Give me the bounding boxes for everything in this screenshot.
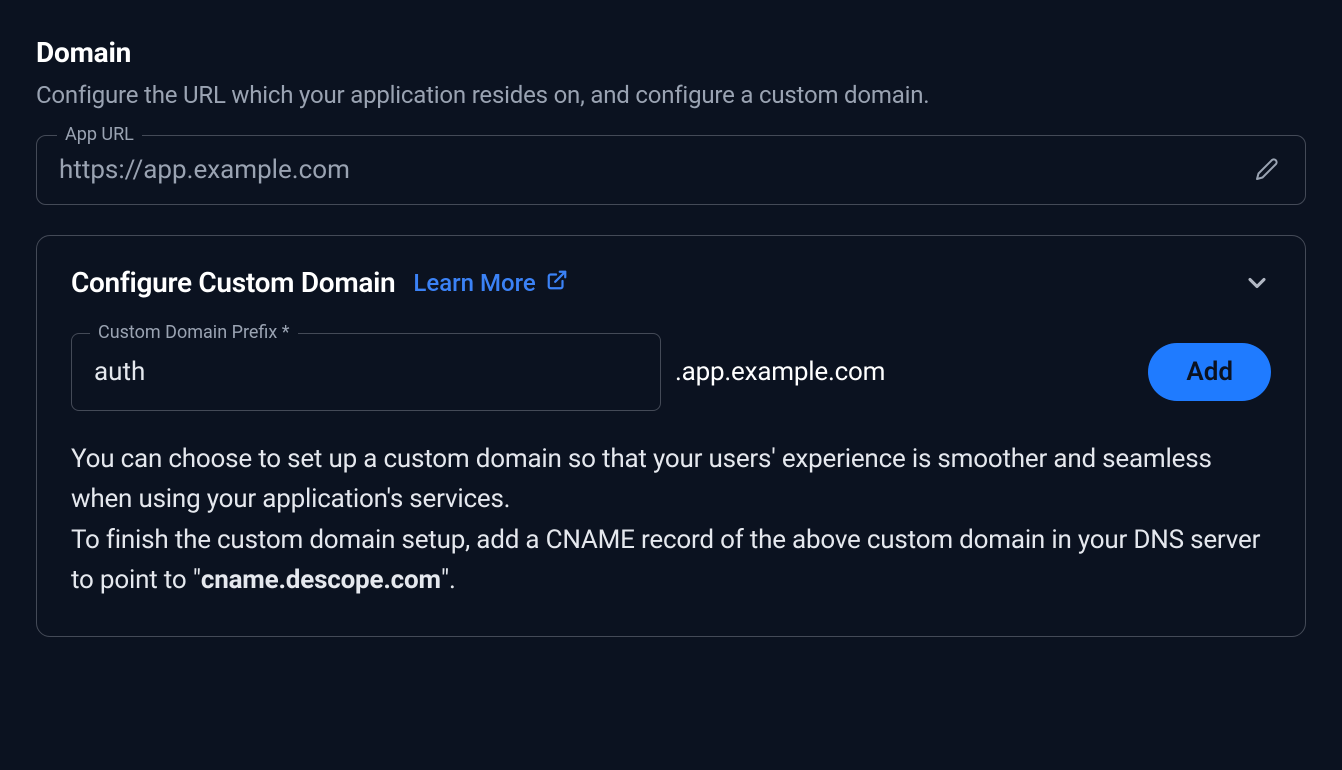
pencil-icon: [1255, 157, 1279, 184]
help-line-2-after: ".: [441, 565, 456, 595]
custom-domain-prefix-field-container: Custom Domain Prefix *: [71, 333, 661, 411]
custom-domain-prefix-input[interactable]: [72, 357, 660, 387]
app-url-input[interactable]: [59, 155, 1251, 185]
app-url-field-container: App URL: [36, 135, 1306, 205]
collapse-toggle[interactable]: [1243, 269, 1271, 297]
custom-domain-suffix: .app.example.com: [675, 357, 885, 387]
section-description: Configure the URL which your application…: [36, 81, 1306, 109]
app-url-label: App URL: [57, 124, 142, 145]
custom-domain-help-text: You can choose to set up a custom domain…: [71, 439, 1271, 600]
external-link-icon: [546, 269, 568, 297]
custom-domain-panel: Configure Custom Domain Learn More Custo…: [36, 235, 1306, 637]
chevron-down-icon: [1243, 269, 1271, 297]
help-line-1: You can choose to set up a custom domain…: [71, 444, 1212, 514]
section-title: Domain: [36, 36, 1306, 69]
custom-domain-title: Configure Custom Domain: [71, 266, 395, 299]
help-cname-value: cname.descope.com: [201, 565, 441, 595]
add-button[interactable]: Add: [1148, 343, 1271, 401]
custom-domain-prefix-label: Custom Domain Prefix *: [90, 322, 298, 343]
learn-more-link[interactable]: Learn More: [413, 269, 567, 297]
edit-app-url-button[interactable]: [1251, 154, 1283, 186]
learn-more-label: Learn More: [413, 269, 535, 297]
